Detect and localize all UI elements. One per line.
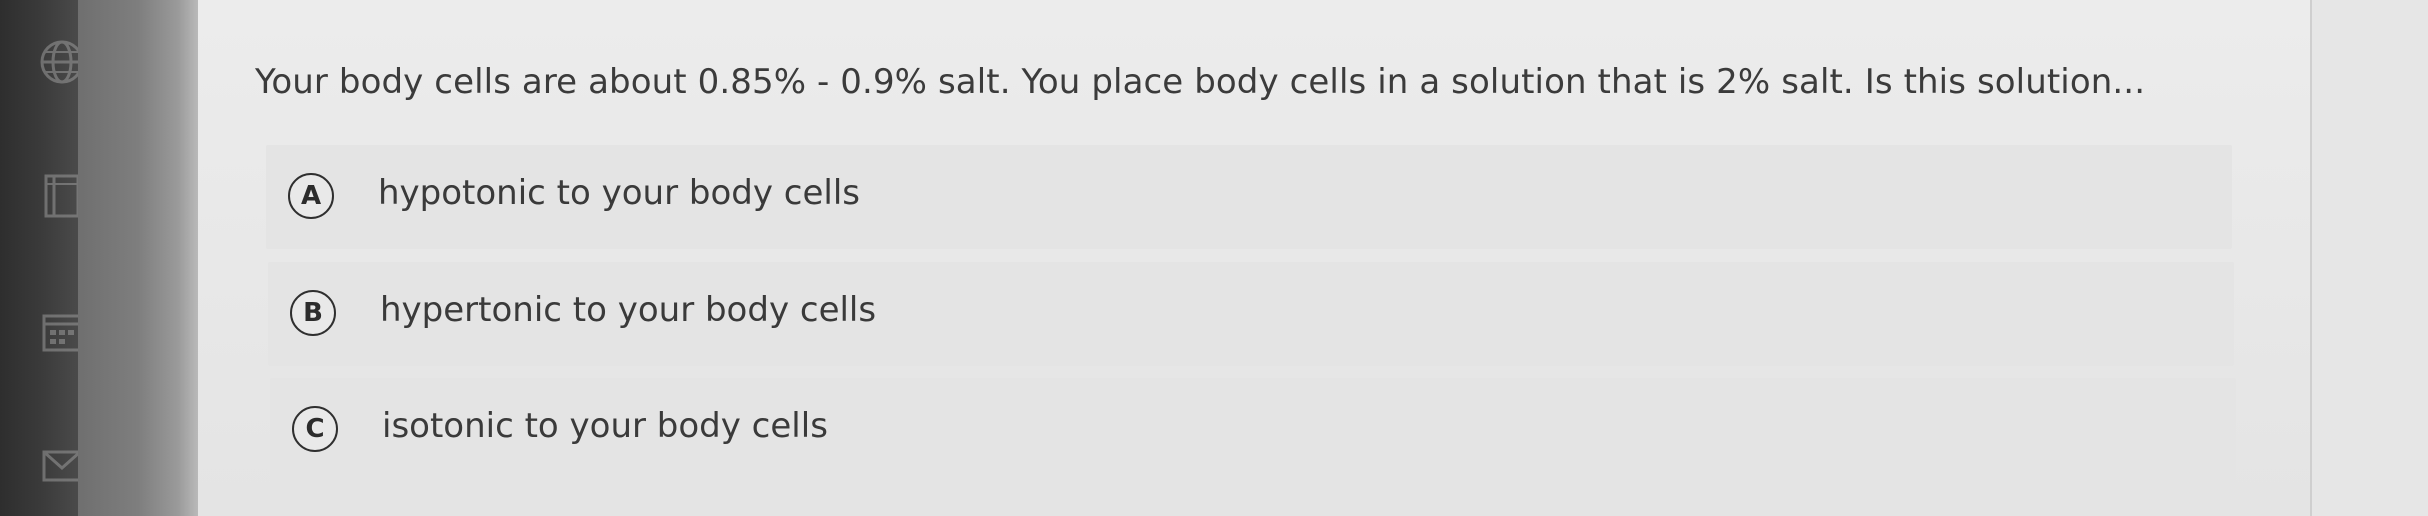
option-label: hypotonic to your body cells bbox=[378, 173, 860, 213]
option-letter-badge: C bbox=[292, 406, 338, 452]
option-letter-badge: A bbox=[288, 173, 334, 219]
option-label: hypertonic to your body cells bbox=[380, 290, 877, 330]
question-text: Your body cells are about 0.85% - 0.9% s… bbox=[255, 62, 2146, 102]
app-sidebar bbox=[0, 0, 84, 516]
app-window: Your body cells are about 0.85% - 0.9% s… bbox=[0, 0, 2428, 516]
sidebar-divider bbox=[78, 0, 198, 516]
answer-option-c[interactable]: C isotonic to your body cells bbox=[270, 378, 2236, 482]
option-letter-badge: B bbox=[290, 290, 336, 336]
answer-option-b[interactable]: B hypertonic to your body cells bbox=[268, 262, 2234, 366]
option-label: isotonic to your body cells bbox=[382, 406, 828, 446]
answer-option-a[interactable]: A hypotonic to your body cells bbox=[266, 145, 2232, 249]
panel-right-edge bbox=[2310, 0, 2428, 516]
